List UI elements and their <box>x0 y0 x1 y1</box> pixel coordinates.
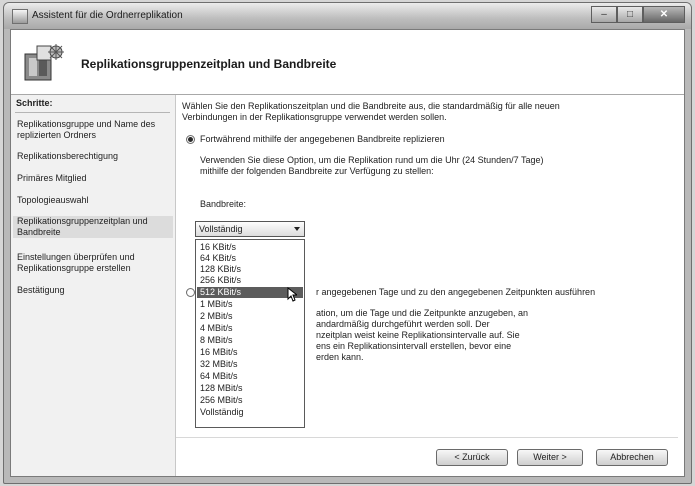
wizard-client-area: Replikationsgruppenzeitplan und Bandbrei… <box>10 29 685 477</box>
bandwidth-option[interactable]: 256 KBit/s <box>197 275 303 286</box>
next-button[interactable]: Weiter > <box>517 449 583 466</box>
cancel-button[interactable]: Abbrechen <box>596 449 668 466</box>
bandwidth-option[interactable]: Vollständig <box>197 407 303 418</box>
close-button[interactable]: ✕ <box>643 6 685 23</box>
steps-sidebar: Schritte: Replikationsgruppe und Name de… <box>11 95 176 476</box>
continuous-replication-label[interactable]: Fortwährend mithilfe der angegebenen Ban… <box>200 134 580 145</box>
step-topology-selection: Topologieauswahl <box>17 195 89 205</box>
wizard-icon <box>24 44 64 81</box>
back-button[interactable]: < Zurück <box>436 449 508 466</box>
bandwidth-option[interactable]: 128 KBit/s <box>197 264 303 275</box>
folder-replication-icon <box>12 9 28 24</box>
continuous-replication-description: Verwenden Sie diese Option, um die Repli… <box>200 155 544 176</box>
continuous-replication-radio[interactable] <box>186 135 195 144</box>
step-replication-group-name: Replikationsgruppe und Name des replizie… <box>17 119 156 140</box>
bandwidth-value: Vollständig <box>199 224 243 234</box>
step-primary-member: Primäres Mitglied <box>17 173 87 183</box>
minimize-button[interactable]: – <box>591 6 617 23</box>
bandwidth-label: Bandbreite: <box>200 199 247 209</box>
bandwidth-option[interactable]: 4 MBit/s <box>197 323 303 334</box>
schedule-desc-line: andardmäßig durchgeführt werden soll. De… <box>316 319 490 329</box>
bandwidth-option[interactable]: 64 KBit/s <box>197 253 303 264</box>
bandwidth-option[interactable]: 256 MBit/s <box>197 395 303 406</box>
schedule-desc-line: erden kann. <box>316 352 364 362</box>
scheduled-replication-radio[interactable] <box>186 288 195 297</box>
bandwidth-option[interactable]: 2 MBit/s <box>197 311 303 322</box>
scheduled-replication-description: ation, um die Tage und die Zeitpunkte an… <box>316 308 576 363</box>
schedule-desc-line: ens ein Replikationsintervall erstellen,… <box>316 341 512 351</box>
scheduled-replication-label[interactable]: r angegebenen Tage und zu den angegebene… <box>316 287 656 298</box>
window-title: Assistent für die Ordnerreplikation <box>32 10 183 21</box>
chevron-down-icon[interactable] <box>294 227 300 231</box>
maximize-button[interactable]: □ <box>617 6 643 23</box>
footer-divider <box>176 437 678 438</box>
mouse-cursor-icon <box>287 287 297 302</box>
step-schedule-bandwidth: Replikationsgruppenzeitplan und Bandbrei… <box>13 216 173 238</box>
steps-heading: Schritte: <box>16 98 53 108</box>
intro-text: Wählen Sie den Replikationszeitplan und … <box>182 101 560 122</box>
bandwidth-option[interactable]: 64 MBit/s <box>197 371 303 382</box>
bandwidth-option[interactable]: 128 MBit/s <box>197 383 303 394</box>
step-review-settings: Einstellungen überprüfen und Replikation… <box>17 252 135 273</box>
bandwidth-option[interactable]: 16 MBit/s <box>197 347 303 358</box>
schedule-desc-line: ation, um die Tage und die Zeitpunkte an… <box>316 308 528 318</box>
bandwidth-combobox[interactable]: Vollständig <box>195 221 305 237</box>
step-confirmation: Bestätigung <box>17 285 65 295</box>
schedule-desc-line: nzeitplan weist keine Replikationsinterv… <box>316 330 520 340</box>
bandwidth-dropdown-list: 16 KBit/s 64 KBit/s 128 KBit/s 256 KBit/… <box>195 239 305 428</box>
bandwidth-option[interactable]: 16 KBit/s <box>197 242 303 253</box>
page-title: Replikationsgruppenzeitplan und Bandbrei… <box>81 57 337 71</box>
bandwidth-option[interactable]: 32 MBit/s <box>197 359 303 370</box>
title-bar[interactable]: Assistent für die Ordnerreplikation – □ … <box>4 3 691 29</box>
bandwidth-option[interactable]: 8 MBit/s <box>197 335 303 346</box>
wizard-window: Assistent für die Ordnerreplikation – □ … <box>3 2 692 484</box>
wizard-header: Replikationsgruppenzeitplan und Bandbrei… <box>11 30 684 95</box>
step-replication-permission: Replikationsberechtigung <box>17 151 119 161</box>
steps-divider <box>15 112 170 113</box>
